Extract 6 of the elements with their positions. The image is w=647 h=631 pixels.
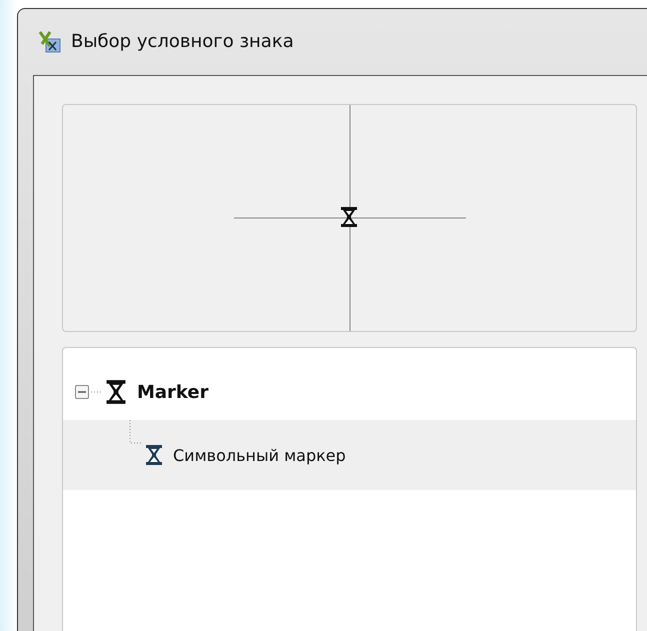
hourglass-icon — [143, 444, 165, 466]
window-title: Выбор условного знака — [71, 30, 294, 52]
tree-item[interactable]: Символьный маркер — [63, 420, 636, 490]
collapse-icon[interactable] — [75, 385, 89, 399]
tree-connector-line — [129, 420, 141, 444]
app-icon — [36, 28, 62, 54]
